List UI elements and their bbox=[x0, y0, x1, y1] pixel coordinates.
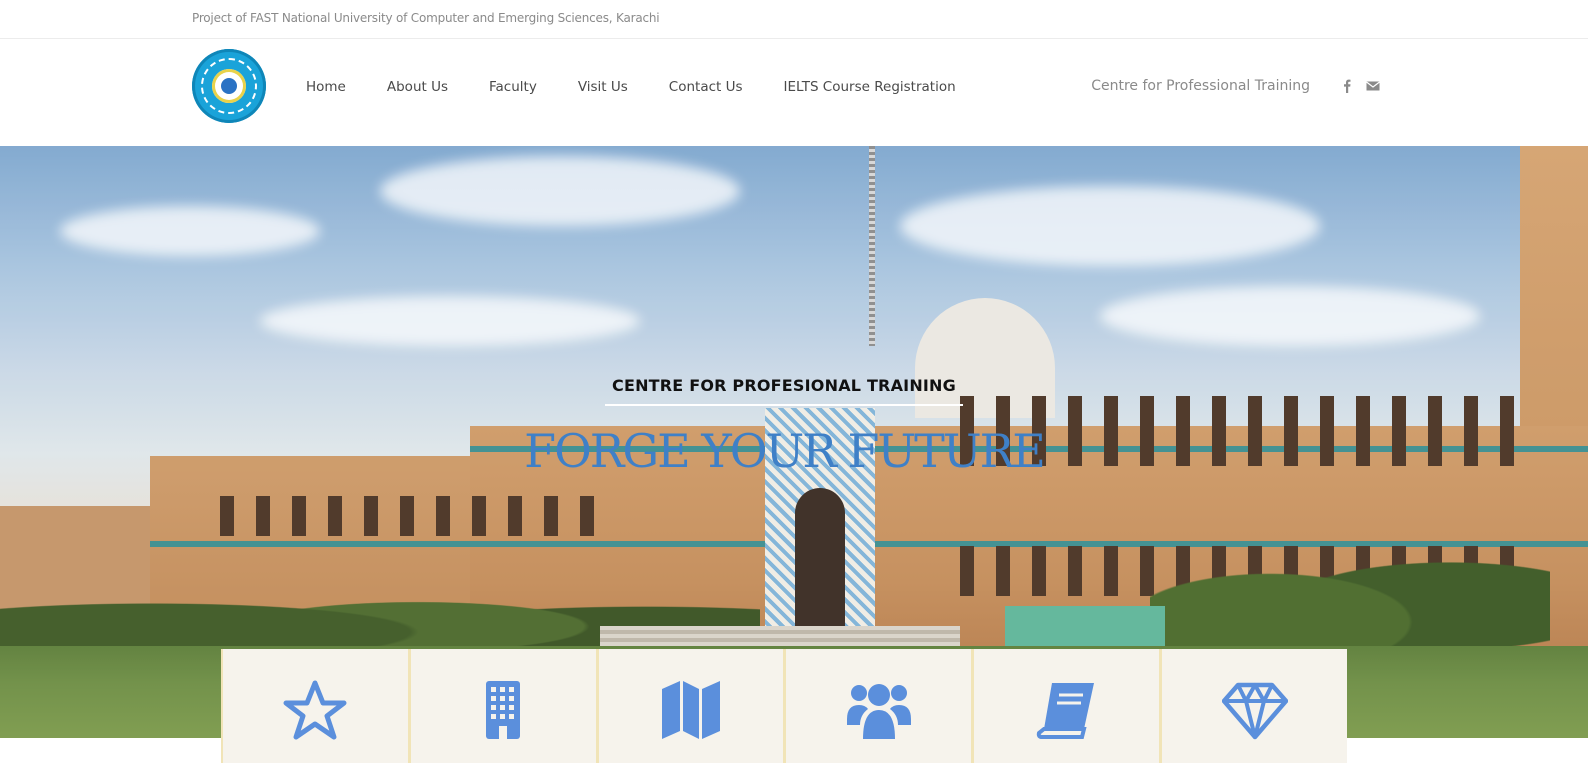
nav-home[interactable]: Home bbox=[306, 79, 346, 95]
feature-card-users[interactable] bbox=[783, 649, 972, 763]
nav-ielts-registration[interactable]: IELTS Course Registration bbox=[784, 79, 956, 95]
hero-title: FORGE YOUR FUTURE bbox=[524, 424, 1046, 478]
hero-kicker: CENTRE FOR PROFESIONAL TRAINING bbox=[612, 376, 956, 395]
feature-cards bbox=[221, 649, 1347, 763]
logo-core bbox=[212, 69, 246, 103]
star-icon bbox=[282, 679, 348, 741]
project-tagline: Project of FAST National University of C… bbox=[192, 11, 660, 25]
envelope-icon[interactable] bbox=[1366, 79, 1380, 93]
feature-card-book[interactable] bbox=[971, 649, 1160, 763]
nav-visit-us[interactable]: Visit Us bbox=[578, 79, 628, 95]
feature-card-diamond[interactable] bbox=[1159, 649, 1347, 763]
feature-card-star[interactable] bbox=[221, 649, 408, 763]
site-header: Home About Us Faculty Visit Us Contact U… bbox=[0, 39, 1588, 146]
book-icon bbox=[1034, 679, 1100, 741]
nav-about-us[interactable]: About Us bbox=[387, 79, 448, 95]
site-title[interactable]: Centre for Professional Training bbox=[1091, 78, 1310, 94]
university-logo[interactable] bbox=[192, 49, 266, 123]
users-icon bbox=[846, 679, 912, 741]
feature-card-map[interactable] bbox=[595, 649, 784, 763]
diamond-icon bbox=[1221, 679, 1288, 741]
building-icon bbox=[470, 679, 536, 741]
map-icon bbox=[658, 679, 724, 741]
facebook-icon[interactable] bbox=[1340, 79, 1354, 93]
top-bar: Project of FAST National University of C… bbox=[0, 0, 1588, 39]
nav-contact-us[interactable]: Contact Us bbox=[669, 79, 743, 95]
main-navigation: Home About Us Faculty Visit Us Contact U… bbox=[306, 79, 997, 95]
header-right: Centre for Professional Training bbox=[1091, 78, 1380, 94]
feature-card-building[interactable] bbox=[407, 649, 596, 763]
hero-kicker-underline bbox=[605, 404, 963, 406]
nav-faculty[interactable]: Faculty bbox=[489, 79, 537, 95]
